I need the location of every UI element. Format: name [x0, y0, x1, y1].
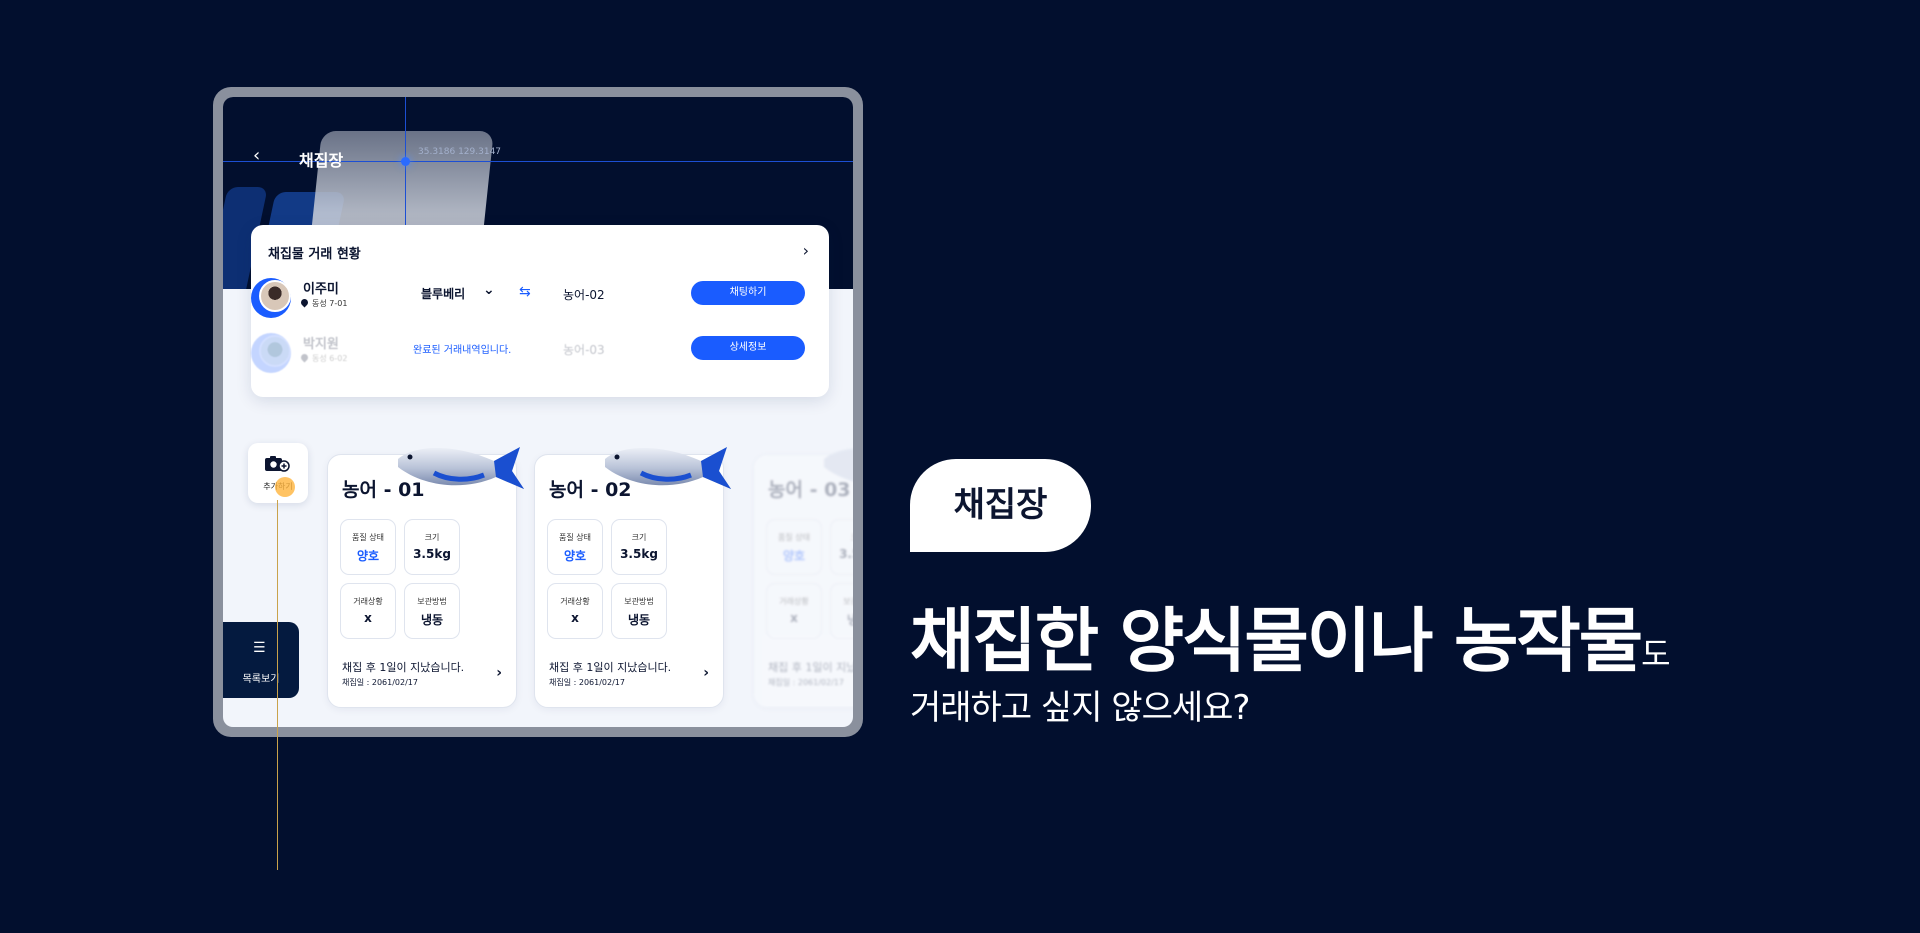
detail-button[interactable]: 상세정보 [691, 336, 805, 360]
stat-label: 거래상황 [560, 597, 590, 606]
storage-stat: 보관방법냉동 [830, 583, 853, 639]
headline-main: 채집한 양식물이나 농작물 [910, 600, 1643, 682]
stat-value: x [364, 611, 372, 625]
storage-stat: 보관방법냉동 [611, 583, 667, 639]
stat-value: 3.5kg [839, 547, 853, 561]
stat-label: 크기 [424, 533, 440, 542]
storage-stat: 보관방법냉동 [404, 583, 460, 639]
elapsed-text: 채집 후 1일이 지났습니다. [342, 661, 465, 674]
fish-card-title: 농어 - 03 [768, 479, 851, 501]
trade-row: 이주미 동성 7-01 블루베리 ⌄ ⇆ 농어-02 채팅하기 [251, 276, 829, 320]
list-view-button[interactable]: ☰ 목록보기 [223, 622, 299, 698]
location-text: 동성 6-02 [312, 354, 348, 363]
stat-value: 3.5kg [620, 547, 658, 561]
pointer-line [277, 500, 278, 870]
trade-stat: 거래상황 x [340, 583, 396, 639]
touch-indicator [275, 477, 295, 497]
stat-label: 거래상황 [353, 597, 383, 606]
harvest-date: 채집일 : 2061/02/17 [342, 678, 418, 687]
fish-card[interactable]: 농어 - 01 품질 상태양호 크기 3.5kg 거래상황 x 보관방법냉동 채집 … [327, 447, 524, 708]
size-stat: 크기 3.5kg [830, 519, 853, 575]
location-dot [401, 157, 410, 166]
chevron-left-icon[interactable]: ‹ [253, 147, 273, 167]
trade-stat: 거래상황 x [766, 583, 822, 639]
avatar [259, 335, 291, 367]
fish-card[interactable]: 농어 - 03 품질 상태양호 크기 3.5kg 거래상황 x 보관방법냉동 채집 … [753, 448, 853, 708]
stat-label: 보관방법 [417, 597, 447, 606]
stat-label: 품질 상태 [559, 533, 591, 542]
location-pin-icon [299, 352, 310, 363]
fish-card[interactable]: 농어 - 02 품질 상태양호 크기 3.5kg 거래상황 x 보관방법냉동 채집 … [534, 447, 731, 708]
stat-value: x [790, 611, 798, 625]
quality-stat: 품질 상태양호 [766, 519, 822, 575]
completed-status-text: 완료된 거래내역입니다. [413, 345, 512, 356]
trade-status-card: 채집물 거래 현황 › 이주미 동성 7-01 블루베리 ⌄ ⇆ 농어-02 채… [251, 225, 829, 397]
stat-value: 냉동 [627, 613, 651, 627]
chat-button[interactable]: 채팅하기 [691, 281, 805, 305]
stat-value: 양호 [782, 549, 806, 563]
stat-value: 냉동 [420, 613, 444, 627]
trade-stat: 거래상황 x [547, 583, 603, 639]
partner-name: 농어-03 [563, 343, 605, 357]
location-pin-icon [299, 297, 310, 308]
swap-icon: ⇆ [519, 284, 531, 300]
stat-label: 크기 [631, 533, 647, 542]
app-screen: 35.3186 129.3147 ‹ 채집장 채집물 거래 현황 › 이주미 동… [223, 97, 853, 727]
chevron-right-icon[interactable]: › [803, 241, 809, 260]
coordinates-readout: 35.3186 129.3147 [418, 147, 502, 157]
trader-name: 박지원 [303, 337, 339, 352]
stat-value: 냉동 [846, 613, 853, 627]
size-stat: 크기 3.5kg [404, 519, 460, 575]
chevron-right-icon[interactable]: › [703, 665, 709, 681]
stat-label: 보관방법 [624, 597, 654, 606]
menu-icon: ☰ [253, 640, 266, 656]
stat-label: 품질 상태 [778, 533, 810, 542]
harvest-date: 채집일 : 2061/02/17 [768, 678, 844, 687]
chevron-right-icon[interactable]: › [496, 665, 502, 681]
stat-value: 3.5kg [413, 547, 451, 561]
trader-location: 동성 7-01 [299, 297, 348, 309]
elapsed-text: 채집 후 1일이 지났습니다. [768, 661, 853, 674]
stat-value: 양호 [563, 549, 587, 563]
trade-card-title: 채집물 거래 현황 [268, 247, 361, 262]
page-title: 채집장 [299, 151, 344, 170]
headline-suffix: 도 [1641, 635, 1671, 673]
trade-row: 박지원 동성 6-02 완료된 거래내역입니다. 농어-03 상세정보 [251, 331, 829, 375]
hero-headline: 채집한 양식물이나 농작물도 [910, 585, 1671, 686]
device-frame: 35.3186 129.3147 ‹ 채집장 채집물 거래 현황 › 이주미 동… [213, 87, 863, 737]
stat-label: 크기 [831, 532, 853, 543]
chevron-down-icon[interactable]: ⌄ [483, 282, 495, 298]
partner-name: 농어-02 [563, 288, 605, 302]
fish-card-title: 농어 - 01 [342, 479, 425, 501]
quality-stat: 품질 상태양호 [340, 519, 396, 575]
quality-stat: 품질 상태양호 [547, 519, 603, 575]
trader-location: 동성 6-02 [299, 352, 348, 364]
stat-label: 거래상황 [779, 597, 809, 606]
location-text: 동성 7-01 [312, 299, 348, 308]
harvest-date: 채집일 : 2061/02/17 [549, 678, 625, 687]
trader-name: 이주미 [303, 282, 339, 297]
product-select[interactable]: 블루베리 [421, 285, 465, 302]
size-stat: 크기 3.5kg [611, 519, 667, 575]
section-tag: 채집장 [910, 459, 1091, 552]
stat-label: 품질 상태 [352, 533, 384, 542]
stat-value: 양호 [356, 549, 380, 563]
camera-add-icon [265, 456, 290, 472]
avatar [259, 280, 291, 312]
fish-card-title: 농어 - 02 [549, 479, 632, 501]
stat-value: x [571, 611, 579, 625]
hero-subline: 거래하고 싶지 않으세요? [910, 688, 1250, 728]
list-view-label: 목록보기 [242, 674, 280, 685]
stat-label: 보관방법 [843, 597, 853, 606]
elapsed-text: 채집 후 1일이 지났습니다. [549, 661, 672, 674]
